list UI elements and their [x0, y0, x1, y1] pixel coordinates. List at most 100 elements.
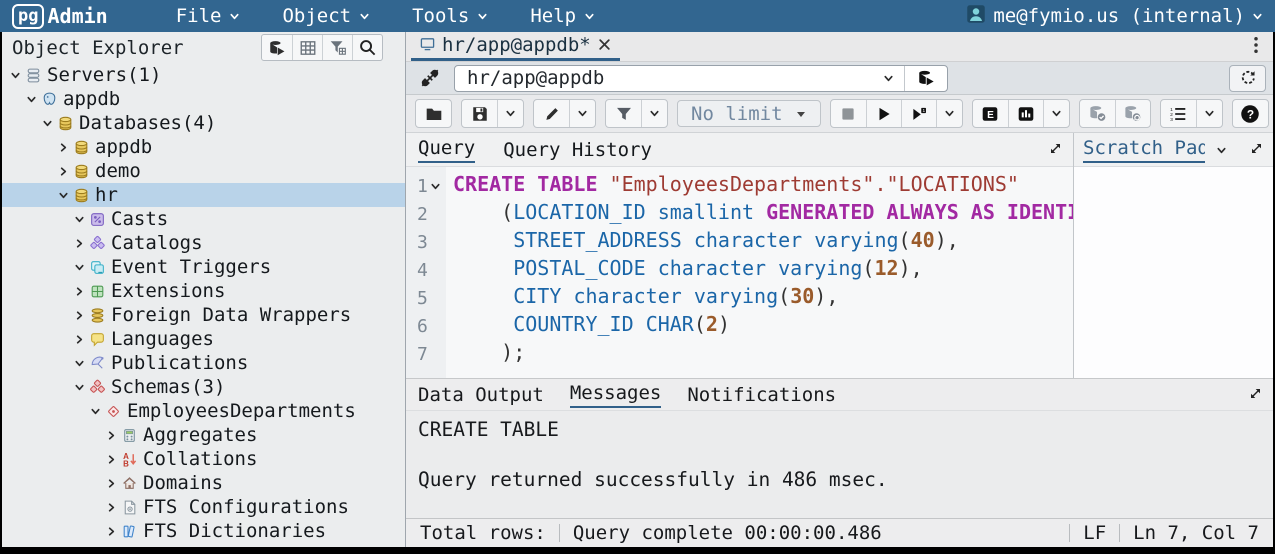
tree-item-server-appdb[interactable]: appdb — [2, 87, 405, 111]
tab-data-output[interactable]: Data Output — [418, 384, 544, 406]
database-connect-icon[interactable] — [262, 35, 292, 60]
tree-item-casts[interactable]: Casts — [2, 207, 405, 231]
chevron-right-icon[interactable] — [72, 310, 87, 321]
chevron-down-icon[interactable] — [72, 214, 87, 225]
tree-item-foreign-data-wrappers[interactable]: Foreign Data Wrappers — [2, 303, 405, 327]
close-icon[interactable] — [598, 34, 611, 56]
scratch-pad-title[interactable]: Scratch Pad — [1083, 137, 1205, 163]
chevron-right-icon[interactable] — [104, 526, 119, 537]
expand-icon[interactable] — [1048, 139, 1063, 161]
tree-item-databases[interactable]: Databases(4) — [2, 111, 405, 135]
tree-item-label: Aggregates — [140, 424, 257, 446]
filter-grid-icon[interactable] — [322, 35, 352, 60]
edit-options-chevron-icon[interactable] — [569, 100, 595, 127]
console-icon — [420, 34, 435, 56]
explain-chevron-icon[interactable] — [1043, 100, 1069, 127]
search-icon[interactable] — [352, 35, 382, 60]
help-button[interactable]: ? — [1233, 100, 1268, 127]
chevron-right-icon[interactable] — [104, 478, 119, 489]
tree-item-publications[interactable]: Publications — [2, 351, 405, 375]
macro-chevron-icon[interactable] — [1196, 100, 1222, 127]
chevron-down-icon[interactable] — [24, 94, 39, 105]
schema-icon — [103, 403, 124, 420]
schemas-icon — [87, 379, 108, 396]
tree-item-db-appdb[interactable]: appdb — [2, 135, 405, 159]
user-menu[interactable]: me@fymio.us (internal) — [966, 4, 1263, 29]
grid-icon[interactable] — [292, 35, 322, 60]
chevron-down-icon[interactable] — [72, 382, 87, 393]
tree-item-db-demo[interactable]: demo — [2, 159, 405, 183]
chevron-right-icon[interactable] — [72, 238, 87, 249]
chevron-right-icon[interactable] — [104, 454, 119, 465]
chevron-down-icon[interactable] — [40, 118, 55, 129]
fold-chevron-icon[interactable] — [430, 176, 441, 197]
query-tool-tab[interactable]: hr/app@appdb* — [411, 32, 620, 61]
line-ending-indicator[interactable]: LF — [1083, 522, 1106, 544]
chevron-down-icon[interactable] — [8, 70, 23, 81]
filter-button[interactable] — [606, 100, 641, 127]
tree-item-extensions[interactable]: Extensions — [2, 279, 405, 303]
menu-help[interactable]: Help — [530, 5, 595, 27]
explain-button[interactable]: E — [973, 100, 1008, 127]
commit-button[interactable] — [1080, 100, 1115, 127]
edit-button[interactable] — [534, 100, 569, 127]
tree-item-aggregates[interactable]: Aggregates — [2, 423, 405, 447]
sql-code-area[interactable]: CREATE TABLE "EmployeesDepartments"."LOC… — [446, 167, 1073, 378]
chevron-down-icon[interactable] — [72, 262, 87, 273]
explain-analyze-button[interactable] — [1008, 100, 1043, 127]
tree-item-catalogs[interactable]: Catalogs — [2, 231, 405, 255]
chevron-right-icon[interactable] — [72, 334, 87, 345]
save-options-chevron-icon[interactable] — [497, 100, 523, 127]
tab-messages[interactable]: Messages — [570, 382, 662, 408]
chevron-down-icon[interactable] — [1216, 139, 1227, 161]
menu-tools[interactable]: Tools — [412, 5, 488, 27]
menu-file[interactable]: File — [176, 5, 241, 27]
connection-select[interactable]: hr/app@appdb — [454, 65, 948, 92]
chevron-right-icon[interactable] — [104, 502, 119, 513]
tab-notifications[interactable]: Notifications — [687, 384, 836, 406]
chevron-down-icon[interactable] — [72, 358, 87, 369]
chevron-right-icon[interactable] — [56, 142, 71, 153]
ellipsis-vertical-icon[interactable] — [1239, 35, 1273, 59]
expand-icon[interactable] — [1249, 139, 1264, 161]
chevron-right-icon[interactable] — [56, 166, 71, 177]
chevron-right-icon[interactable] — [104, 430, 119, 441]
execute-options-button[interactable]: 1 — [901, 100, 936, 127]
tree-item-event-triggers[interactable]: Event Triggers — [2, 255, 405, 279]
tab-query[interactable]: Query — [418, 137, 475, 163]
stop-button[interactable] — [831, 100, 866, 127]
menu-object[interactable]: Object — [282, 5, 370, 27]
execute-chevron-icon[interactable] — [936, 100, 962, 127]
chevron-down-icon[interactable] — [88, 406, 103, 417]
tree-item-fts-configurations[interactable]: FTS Configurations — [2, 495, 405, 519]
tab-query-history[interactable]: Query History — [503, 139, 652, 161]
macro-button[interactable]: 123 — [1161, 100, 1196, 127]
chevron-down-icon[interactable] — [56, 190, 71, 201]
line-number: 2 — [406, 200, 446, 228]
save-button[interactable] — [462, 100, 497, 127]
expand-icon[interactable] — [1248, 384, 1263, 406]
tree-item-label: EmployeesDepartments — [124, 400, 356, 422]
execute-button[interactable] — [866, 100, 901, 127]
tree-item-fts-dictionaries[interactable]: FTS Dictionaries — [2, 519, 405, 543]
query-complete-status: Query complete 00:00:00.486 — [573, 522, 882, 544]
rollback-button[interactable] — [1115, 100, 1150, 127]
chevron-right-icon[interactable] — [72, 286, 87, 297]
row-limit-select[interactable]: No limit — [677, 100, 821, 127]
svg-text:?: ? — [1247, 107, 1254, 121]
tree-item-schemas[interactable]: Schemas(3) — [2, 375, 405, 399]
tree-item-servers[interactable]: Servers(1) — [2, 63, 405, 87]
tree-item-schema-employeesdepartments[interactable]: EmployeesDepartments — [2, 399, 405, 423]
open-file-button[interactable] — [416, 100, 451, 127]
filter-options-chevron-icon[interactable] — [641, 100, 667, 127]
tree-item-label: Domains — [140, 472, 223, 494]
sql-line: STREET_ADDRESS character varying(40), — [446, 228, 1073, 256]
tree-item-languages[interactable]: Languages — [2, 327, 405, 351]
tree-item-domains[interactable]: Domains — [2, 471, 405, 495]
tree-item-db-hr[interactable]: hr — [2, 183, 405, 207]
plug-disconnected-icon[interactable] — [413, 65, 447, 92]
tree-item-collations[interactable]: ABCollations — [2, 447, 405, 471]
database-play-icon[interactable] — [905, 69, 947, 87]
scratch-pad-body[interactable] — [1074, 167, 1273, 378]
refresh-icon[interactable] — [1229, 65, 1266, 92]
